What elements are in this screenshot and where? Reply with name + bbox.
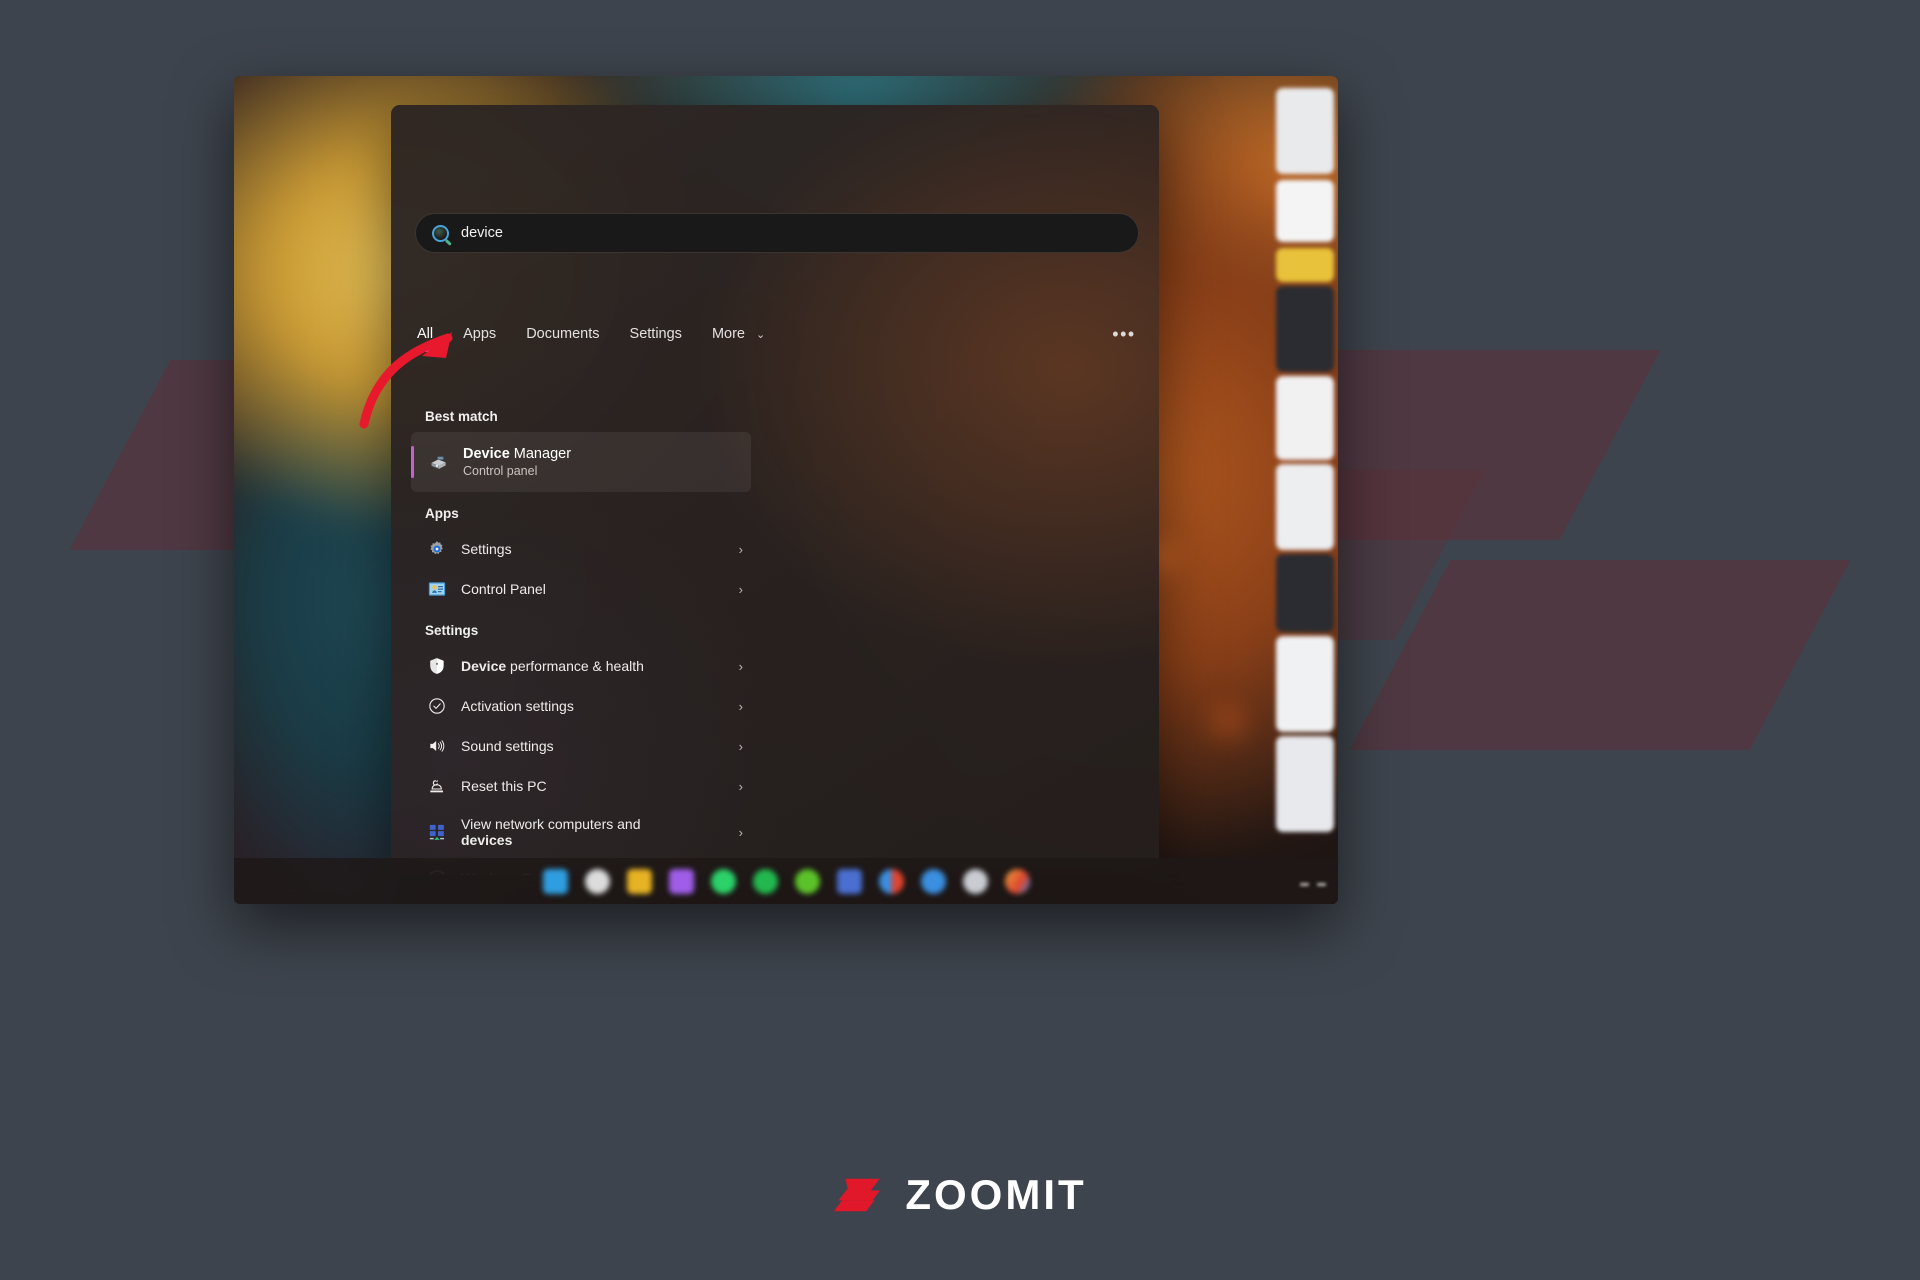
result-label: View network computers and devices bbox=[461, 816, 676, 848]
result-row-device-performance[interactable]: Device performance & health › bbox=[409, 646, 753, 686]
result-label-bold: devices bbox=[461, 832, 513, 848]
taskbar-icon-3[interactable] bbox=[626, 868, 652, 894]
tab-documents[interactable]: Documents bbox=[524, 324, 601, 352]
tab-settings[interactable]: Settings bbox=[628, 324, 684, 352]
tab-label: Settings bbox=[629, 326, 682, 342]
result-label: Activation settings bbox=[461, 697, 574, 714]
start-search-flyout: All Apps Documents Settings More ⌄ ••• bbox=[391, 105, 1159, 875]
tab-more[interactable]: More ⌄ bbox=[710, 324, 767, 352]
network-devices-icon bbox=[429, 824, 444, 840]
taskbar-icon-9[interactable] bbox=[878, 868, 904, 894]
best-match-title: Device Manager bbox=[463, 446, 571, 462]
taskbar-icon-11[interactable] bbox=[962, 868, 988, 894]
device-screen: All Apps Documents Settings More ⌄ ••• bbox=[234, 76, 1338, 904]
result-row-activation-settings[interactable]: Activation settings › bbox=[409, 686, 753, 726]
chevron-right-icon[interactable]: › bbox=[739, 659, 743, 674]
speaker-icon bbox=[430, 740, 445, 752]
section-header-apps: Apps bbox=[425, 506, 459, 521]
reset-pc-icon bbox=[430, 779, 443, 793]
result-row-settings-app[interactable]: Settings › bbox=[409, 529, 753, 569]
result-row-reset-this-pc[interactable]: Reset this PC › bbox=[409, 766, 753, 806]
result-row-control-panel-app[interactable]: Control Panel › bbox=[409, 569, 753, 609]
best-match-title-rest: Manager bbox=[509, 446, 572, 462]
shield-icon bbox=[430, 658, 444, 674]
search-filter-tabs: All Apps Documents Settings More ⌄ ••• bbox=[415, 321, 1139, 355]
device-manager-icon bbox=[431, 456, 446, 469]
best-match-result[interactable]: Device Manager Control panel bbox=[411, 432, 751, 492]
tab-all[interactable]: All bbox=[415, 324, 435, 352]
taskbar-icon-12[interactable] bbox=[1004, 868, 1030, 894]
result-label: Control Panel bbox=[461, 580, 546, 597]
taskbar-icon-4[interactable] bbox=[668, 868, 694, 894]
taskbar-icon-2[interactable] bbox=[584, 868, 610, 894]
control-panel-icon bbox=[428, 582, 446, 596]
section-header-best-match: Best match bbox=[425, 409, 498, 424]
chevron-right-icon[interactable]: › bbox=[739, 699, 743, 714]
result-label-rest: performance & health bbox=[506, 657, 644, 674]
chevron-right-icon[interactable]: › bbox=[739, 542, 743, 557]
taskbar-icon-6[interactable] bbox=[752, 868, 778, 894]
result-label-bold: Device bbox=[461, 657, 507, 674]
tab-label: Documents bbox=[526, 326, 600, 342]
result-label: Device performance & health bbox=[461, 658, 644, 674]
tab-label: All bbox=[417, 326, 434, 342]
background-chevron bbox=[1349, 560, 1851, 750]
tab-label: Apps bbox=[463, 326, 497, 342]
settings-gear-icon bbox=[430, 541, 443, 555]
overflow-menu-button[interactable]: ••• bbox=[1109, 319, 1139, 349]
result-label: Sound settings bbox=[461, 737, 554, 754]
search-input[interactable] bbox=[461, 225, 1122, 241]
best-match-subtitle: Control panel bbox=[463, 464, 538, 478]
brand-footer: ZOOMIT bbox=[0, 1160, 1920, 1230]
section-header-settings: Settings bbox=[425, 623, 479, 638]
search-box[interactable] bbox=[415, 213, 1139, 253]
chevron-down-icon: ⌄ bbox=[756, 329, 766, 341]
result-row-view-network-devices[interactable]: View network computers and devices › bbox=[409, 806, 753, 858]
chevron-right-icon[interactable]: › bbox=[739, 825, 743, 840]
screenshot-root: All Apps Documents Settings More ⌄ ••• bbox=[0, 0, 1920, 1280]
result-row-sound-settings[interactable]: Sound settings › bbox=[409, 726, 753, 766]
best-match-title-bold: Device bbox=[463, 446, 510, 462]
taskbar-icon-1[interactable] bbox=[542, 868, 568, 894]
wallpaper-widget-strip bbox=[1274, 84, 1336, 844]
taskbar-icon-5[interactable] bbox=[710, 868, 736, 894]
tab-label: More bbox=[711, 326, 745, 342]
chevron-right-icon[interactable]: › bbox=[739, 779, 743, 794]
zoomit-z-logo bbox=[834, 1178, 881, 1212]
taskbar-icon-7[interactable] bbox=[794, 868, 820, 894]
brand-name: ZOOMIT bbox=[905, 1171, 1087, 1218]
result-label: Reset this PC bbox=[461, 777, 547, 794]
check-circle-icon bbox=[429, 698, 445, 714]
taskbar bbox=[234, 858, 1338, 904]
search-icon bbox=[432, 224, 449, 242]
result-label-rest: View network computers and bbox=[461, 815, 641, 832]
taskbar-icon-10[interactable] bbox=[920, 868, 946, 894]
search-results-list: Best match Device Manager Control panel … bbox=[401, 409, 761, 875]
tab-apps[interactable]: Apps bbox=[461, 324, 498, 352]
chevron-right-icon[interactable]: › bbox=[739, 582, 743, 597]
result-label: Settings bbox=[461, 540, 512, 557]
taskbar-system-tray[interactable] bbox=[1300, 883, 1326, 886]
chevron-right-icon[interactable]: › bbox=[739, 739, 743, 754]
taskbar-icon-8[interactable] bbox=[836, 868, 862, 894]
